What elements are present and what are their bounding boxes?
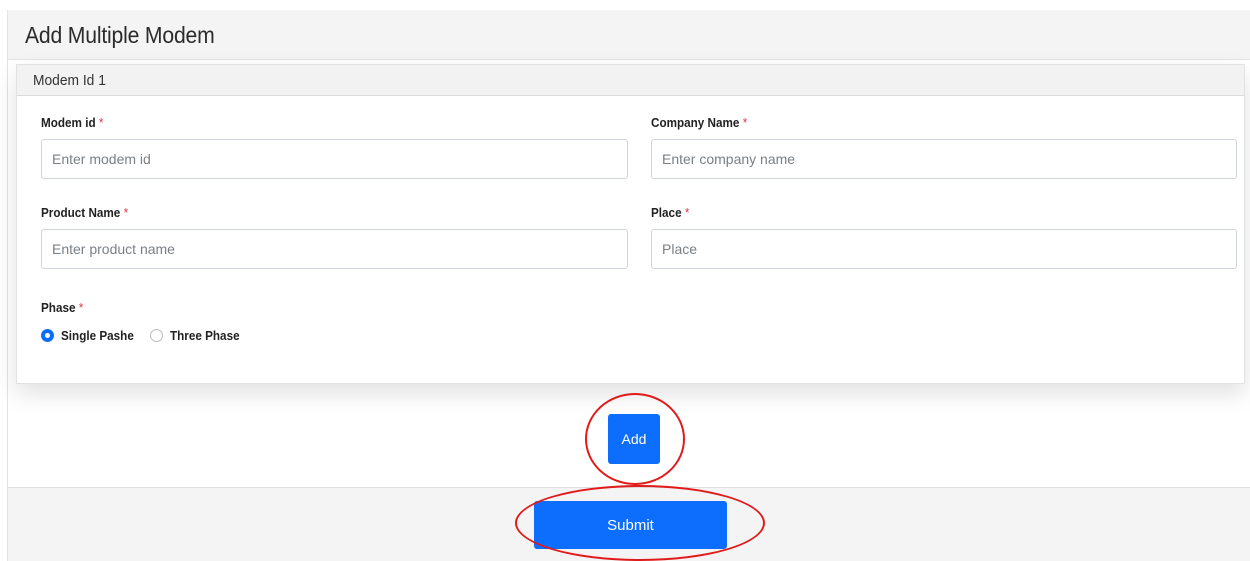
required-mark: * — [742, 115, 748, 130]
single-phase-radio[interactable] — [41, 328, 54, 342]
card-header: Modem Id 1 — [17, 65, 1244, 96]
page-title: Add Multiple Modem — [25, 22, 215, 48]
company-name-label: Company Name * — [651, 115, 748, 130]
page-header: Add Multiple Modem — [8, 10, 1250, 60]
required-mark: * — [98, 115, 104, 130]
product-name-input[interactable] — [41, 229, 628, 269]
phase-label: Phase * — [41, 300, 84, 315]
required-mark: * — [78, 300, 84, 315]
place-input[interactable] — [651, 229, 1237, 269]
company-name-input[interactable] — [651, 139, 1237, 179]
place-label: Place * — [651, 205, 690, 220]
modem-id-label: Modem id * — [41, 115, 104, 130]
card-header-title: Modem Id 1 — [33, 72, 106, 89]
required-mark: * — [684, 205, 690, 220]
modem-card: Modem Id 1 Modem id * Company Name * Pro… — [16, 64, 1245, 384]
submit-button[interactable]: Submit — [534, 501, 727, 549]
phase-radio-group: Single Pashe Three Phase — [41, 326, 255, 344]
three-phase-label[interactable]: Three Phase — [170, 328, 240, 343]
modem-id-input[interactable] — [41, 139, 628, 179]
product-name-label: Product Name * — [41, 205, 129, 220]
required-mark: * — [123, 205, 129, 220]
three-phase-radio[interactable] — [149, 328, 163, 342]
add-button[interactable]: Add — [608, 414, 660, 464]
single-phase-label[interactable]: Single Pashe — [61, 328, 134, 343]
